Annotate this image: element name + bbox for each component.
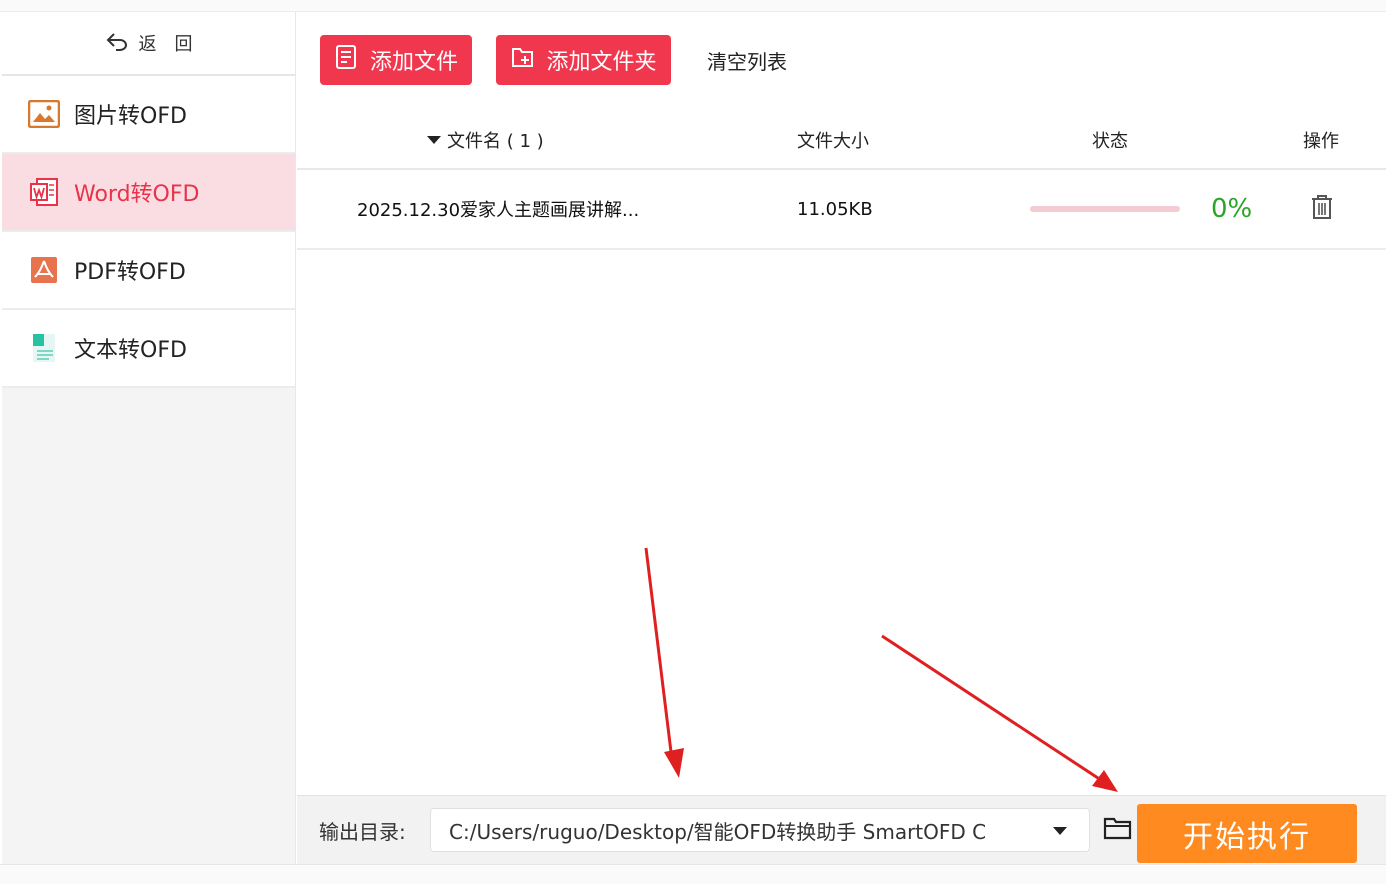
column-header-status: 状态 (1092, 131, 1128, 152)
add-file-button[interactable]: 添加文件 (320, 35, 472, 85)
column-header-name[interactable]: 文件名 ( 1 ) (427, 112, 544, 168)
clear-list-button[interactable]: 清空列表 (697, 35, 797, 85)
table-header: 文件名 ( 1 ) 文件大小 状态 操作 (297, 112, 1386, 170)
back-label: 返 回 (138, 34, 193, 55)
sidebar-item-label: Word转OFD (74, 182, 200, 207)
add-file-label: 添加文件 (369, 49, 458, 74)
trash-icon (1309, 193, 1335, 226)
column-header-name-label: 文件名 ( 1 ) (447, 131, 544, 152)
progress-bar (1030, 206, 1180, 212)
file-size: 11.05KB (797, 198, 873, 220)
chevron-down-icon (1053, 827, 1067, 835)
table-row[interactable]: 2025.12.30爱家人主题画展讲解... 11.05KB 0% (297, 170, 1386, 250)
sidebar-item-pdf-to-ofd[interactable]: PDF转OFD (2, 232, 295, 310)
output-dir-path: C:/Users/ruguo/Desktop/智能OFD转换助手 SmartOF… (449, 819, 987, 844)
start-button[interactable]: 开始执行 (1137, 804, 1357, 863)
sidebar-item-text-to-ofd[interactable]: 文本转OFD (2, 310, 295, 388)
back-button[interactable]: 返 回 (2, 12, 295, 76)
add-file-icon (334, 44, 360, 76)
sidebar-item-image-to-ofd[interactable]: 图片转OFD (2, 76, 295, 154)
output-dir-label: 输出目录: (319, 820, 406, 844)
sort-down-icon (427, 136, 441, 144)
sidebar: 返 回 图片转OFD Word转OFD PDF转OFD 文本转OFD (2, 12, 296, 864)
delete-button[interactable] (1309, 170, 1335, 248)
sidebar-item-label: 图片转OFD (74, 104, 187, 129)
file-name: 2025.12.30爱家人主题画展讲解... (357, 200, 640, 221)
text-doc-icon (28, 333, 60, 363)
image-icon (28, 99, 60, 129)
footer-bar: 输出目录: C:/Users/ruguo/Desktop/智能OFD转换助手 S… (297, 795, 1386, 864)
folder-icon (1103, 817, 1133, 846)
column-header-size: 文件大小 (797, 131, 869, 152)
toolbar: 添加文件 添加文件夹 清空列表 (297, 12, 1386, 112)
sidebar-item-label: 文本转OFD (74, 338, 187, 363)
add-folder-button[interactable]: 添加文件夹 (496, 35, 671, 85)
word-icon (28, 177, 60, 207)
main-panel: 添加文件 添加文件夹 清空列表 文件名 ( 1 ) 文件大小 状态 操作 202… (297, 12, 1386, 864)
add-folder-label: 添加文件夹 (546, 49, 657, 74)
pdf-icon (28, 255, 60, 285)
output-dir-select[interactable]: C:/Users/ruguo/Desktop/智能OFD转换助手 SmartOF… (430, 808, 1090, 852)
back-arrow-icon (105, 30, 129, 57)
window-top-edge (0, 0, 1386, 12)
progress-percent: 0% (1211, 194, 1253, 224)
open-folder-button[interactable] (1103, 814, 1135, 844)
column-header-operation: 操作 (1303, 131, 1339, 152)
add-folder-icon (510, 44, 536, 76)
sidebar-item-label: PDF转OFD (74, 260, 186, 285)
sidebar-item-word-to-ofd[interactable]: Word转OFD (2, 154, 295, 232)
status-bar (0, 864, 1386, 884)
